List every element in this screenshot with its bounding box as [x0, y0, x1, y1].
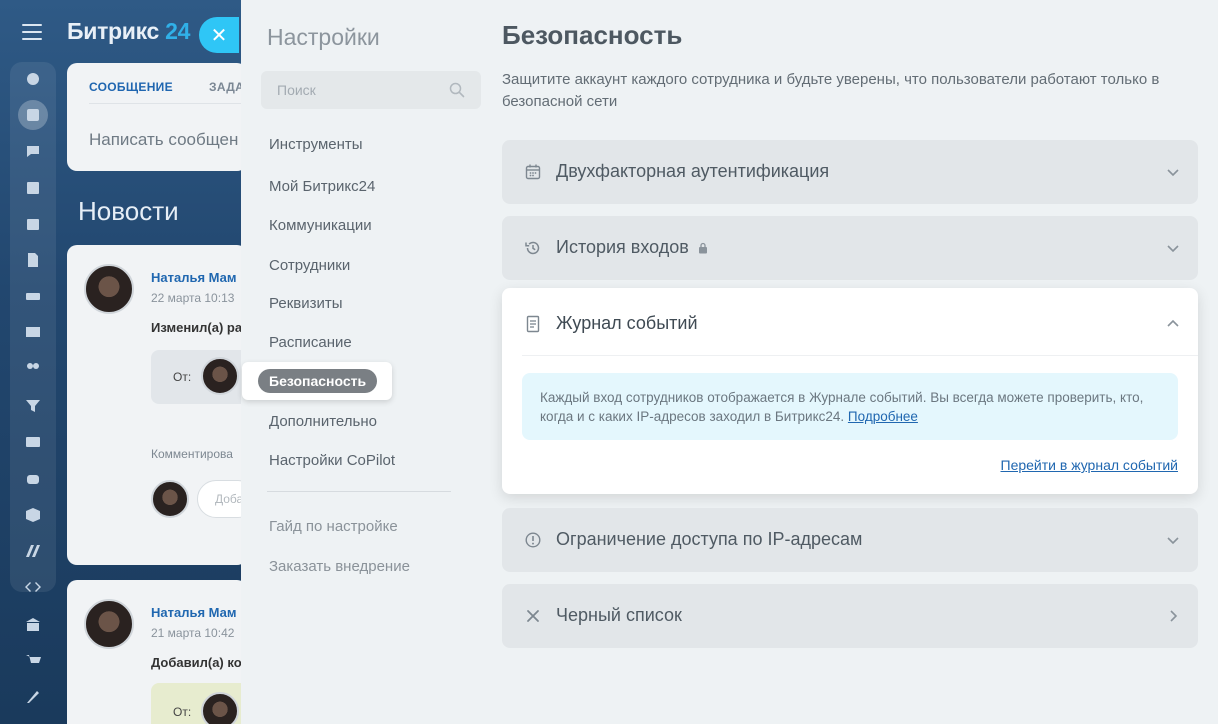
nav-item-schedule[interactable]: Расписание: [269, 334, 352, 351]
post-date: 22 марта 10:13: [151, 291, 235, 305]
box-icon[interactable]: [18, 500, 48, 530]
divider: [522, 355, 1198, 356]
info-circle-icon: [525, 532, 541, 548]
section-blacklist[interactable]: Черный список: [502, 584, 1198, 648]
info-text: Каждый вход сотрудников отображается в Ж…: [540, 390, 1144, 424]
filter-icon[interactable]: [18, 391, 48, 421]
contact-card-icon[interactable]: [18, 427, 48, 457]
nav-item-setup-guide[interactable]: Гайд по настройке: [269, 518, 398, 535]
docs-icon[interactable]: [18, 245, 48, 275]
code-icon[interactable]: [18, 572, 48, 602]
cross-icon: [527, 610, 539, 622]
settings-title: Настройки: [267, 24, 380, 50]
search-icon[interactable]: [449, 82, 465, 98]
post-composer: СООБЩЕНИЕ ЗАДА Написать сообщен: [67, 63, 249, 171]
nav-item-security-label: Безопасность: [258, 369, 378, 393]
section-title: Ограничение доступа по IP-адресам: [556, 529, 863, 549]
chevron-down-icon[interactable]: [1166, 241, 1180, 255]
left-menu-rail: [0, 0, 66, 724]
nav-item-my-bitrix[interactable]: Мой Битрикс24: [269, 178, 375, 195]
chat-icon[interactable]: [18, 137, 48, 167]
history-icon: [525, 241, 540, 255]
search-input[interactable]: [261, 71, 441, 109]
tab-message[interactable]: СООБЩЕНИЕ: [89, 80, 173, 94]
settings-nav: Настройки Инструменты Мой Битрикс24 Комм…: [241, 0, 481, 724]
from-label: От:: [173, 370, 192, 384]
news-title: Новости: [78, 196, 179, 226]
tab-task[interactable]: ЗАДА: [209, 80, 244, 94]
nav-item-tools[interactable]: Инструменты: [269, 136, 363, 153]
nav-item-communications[interactable]: Коммуникации: [269, 217, 372, 234]
section-event-log: Журнал событий Каждый вход сотрудников о…: [502, 288, 1198, 494]
comment-label[interactable]: Комментирова: [151, 447, 233, 461]
nav-item-employees[interactable]: Сотрудники: [269, 257, 350, 274]
tasks-icon[interactable]: [18, 173, 48, 203]
lock-icon: [698, 242, 707, 254]
chevron-right-icon[interactable]: [1166, 609, 1180, 623]
chevron-up-icon[interactable]: [1166, 317, 1180, 331]
nav-divider: [267, 491, 451, 492]
post-attachment: От:: [151, 350, 251, 404]
portal-logo[interactable]: Битрикс 24: [67, 18, 190, 45]
section-title[interactable]: Журнал событий: [556, 313, 698, 334]
chevron-down-icon[interactable]: [1166, 165, 1180, 179]
avatar[interactable]: [84, 599, 134, 649]
write-message-input[interactable]: Написать сообщен: [89, 130, 238, 150]
section-title: Черный список: [556, 605, 682, 625]
post-action: Добавил(а) ко: [151, 655, 242, 670]
close-slider-button[interactable]: ✕: [199, 17, 239, 53]
document-icon: [526, 315, 540, 333]
calendar-icon: [525, 164, 541, 180]
section-title: История входов: [556, 237, 708, 258]
chevron-down-icon[interactable]: [1166, 533, 1180, 547]
section-two-factor[interactable]: Двухфакторная аутентификация: [502, 140, 1198, 204]
nav-item-requisites[interactable]: Реквизиты: [269, 295, 343, 312]
avatar[interactable]: [201, 692, 239, 724]
robot-icon[interactable]: [18, 463, 48, 493]
page-title: Безопасность: [502, 20, 683, 50]
security-content: Безопасность Защитите аккаунт каждого со…: [502, 0, 1218, 724]
feed-post: Наталья Мам 21 марта 10:42 Добавил(а) ко…: [67, 580, 251, 724]
section-title: Двухфакторная аутентификация: [556, 161, 830, 181]
avatar[interactable]: [84, 264, 134, 314]
sign-icon[interactable]: [18, 682, 48, 712]
mail-icon[interactable]: [18, 317, 48, 347]
cart-icon[interactable]: [18, 646, 48, 676]
settings-slider: Настройки Инструменты Мой Битрикс24 Комм…: [241, 0, 1218, 724]
nav-item-copilot[interactable]: Настройки CoPilot: [269, 452, 395, 469]
post-attachment: От:: [151, 683, 251, 724]
avatar: [151, 480, 189, 518]
nav-item-order-implementation[interactable]: Заказать внедрение: [269, 558, 410, 575]
more-link[interactable]: Подробнее: [848, 409, 918, 424]
avatar[interactable]: [201, 357, 239, 395]
users-icon[interactable]: [18, 353, 48, 383]
news-icon[interactable]: [18, 100, 48, 130]
event-log-info: Каждый вход сотрудников отображается в Ж…: [522, 373, 1178, 440]
section-login-history[interactable]: История входов: [502, 216, 1198, 280]
post-date: 21 марта 10:42: [151, 626, 235, 640]
nav-item-security[interactable]: Безопасность: [242, 362, 392, 400]
post-author[interactable]: Наталья Мам: [151, 270, 237, 285]
section-ip-restriction[interactable]: Ограничение доступа по IP-адресам: [502, 508, 1198, 572]
go-to-event-log-link[interactable]: Перейти в журнал событий: [1001, 457, 1179, 473]
nav-item-additional[interactable]: Дополнительно: [269, 413, 377, 430]
post-author[interactable]: Наталья Мам: [151, 605, 237, 620]
bank-icon[interactable]: [18, 610, 48, 640]
menu-icon[interactable]: [22, 24, 42, 40]
drive-icon[interactable]: [18, 281, 48, 311]
page-description: Защитите аккаунт каждого сотрудника и бу…: [502, 71, 1160, 110]
calendar-icon[interactable]: [18, 209, 48, 239]
feed-icon[interactable]: [18, 64, 48, 94]
feed-post: Наталья Мам 22 марта 10:13 Изменил(а) ра…: [67, 245, 257, 565]
post-action: Изменил(а) ра: [151, 320, 243, 335]
search-field[interactable]: [261, 71, 481, 109]
marketing-icon[interactable]: [18, 536, 48, 566]
